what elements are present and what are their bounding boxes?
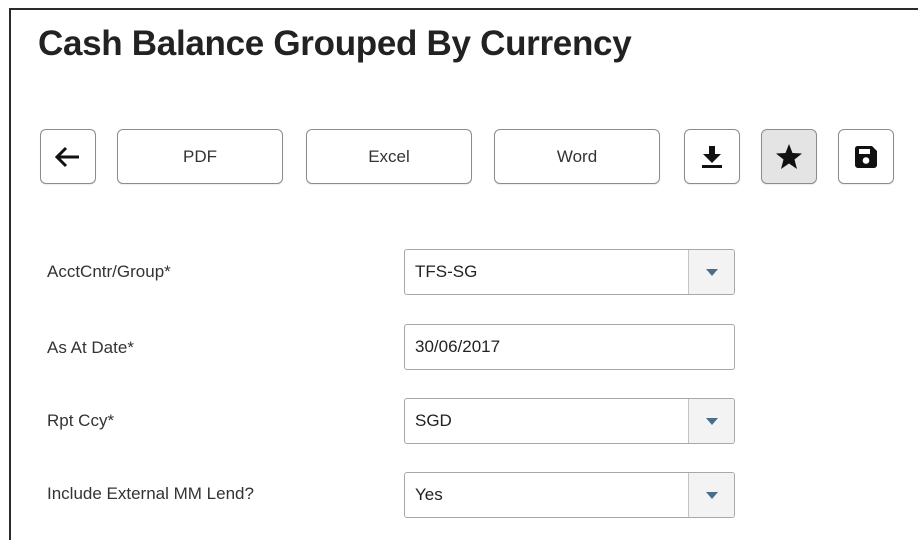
acct-cntr-group-select[interactable]: TFS-SG bbox=[404, 249, 735, 295]
as-at-date-label: As At Date* bbox=[47, 338, 134, 357]
page-title: Cash Balance Grouped By Currency bbox=[38, 24, 632, 63]
as-at-date-input[interactable]: 30/06/2017 bbox=[404, 324, 735, 370]
floppy-disk-icon bbox=[854, 145, 877, 168]
pdf-button[interactable]: PDF bbox=[117, 129, 283, 184]
as-at-date-value: 30/06/2017 bbox=[415, 337, 501, 356]
acct-cntr-group-label: AcctCntr/Group* bbox=[47, 262, 171, 281]
word-button[interactable]: Word bbox=[494, 129, 660, 184]
download-button[interactable] bbox=[684, 129, 740, 184]
save-button[interactable] bbox=[838, 129, 894, 184]
excel-button[interactable]: Excel bbox=[306, 129, 472, 184]
acct-cntr-group-value: TFS-SG bbox=[415, 262, 478, 281]
rpt-ccy-dropdown-button[interactable] bbox=[688, 399, 734, 443]
back-button[interactable] bbox=[40, 129, 96, 184]
chevron-down-icon bbox=[705, 491, 718, 499]
rpt-ccy-label: Rpt Ccy* bbox=[47, 411, 115, 430]
include-external-mm-lend-dropdown-button[interactable] bbox=[688, 473, 734, 517]
rpt-ccy-value: SGD bbox=[415, 411, 452, 430]
include-external-mm-lend-select[interactable]: Yes bbox=[404, 472, 735, 518]
chevron-down-icon bbox=[705, 268, 718, 276]
chevron-down-icon bbox=[705, 417, 718, 425]
favorite-button[interactable] bbox=[761, 129, 817, 184]
download-icon bbox=[702, 145, 722, 168]
star-icon bbox=[776, 144, 802, 169]
rpt-ccy-select[interactable]: SGD bbox=[404, 398, 735, 444]
include-external-mm-lend-value: Yes bbox=[415, 485, 443, 504]
acct-cntr-group-dropdown-button[interactable] bbox=[688, 250, 734, 294]
arrow-left-icon bbox=[55, 146, 79, 167]
include-external-mm-lend-label: Include External MM Lend? bbox=[47, 484, 254, 503]
